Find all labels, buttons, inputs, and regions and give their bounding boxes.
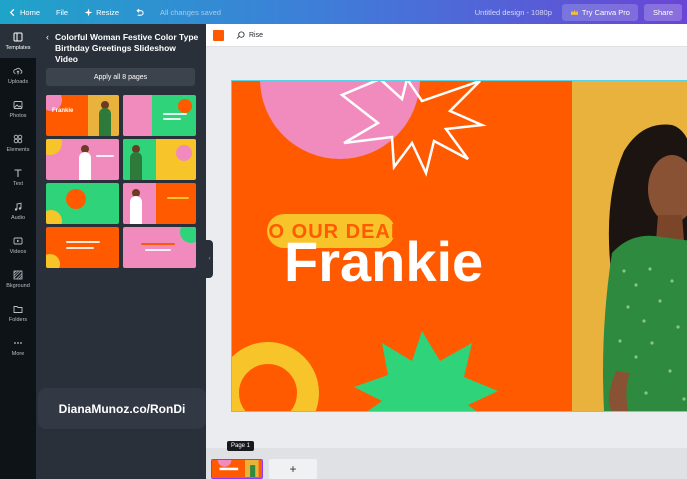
template-page-thumbnail[interactable] bbox=[123, 139, 196, 180]
save-status-label: All changes saved bbox=[160, 7, 221, 17]
audio-icon bbox=[14, 202, 22, 211]
template-page-thumbnail[interactable] bbox=[123, 183, 196, 224]
rail-label: Photos bbox=[9, 112, 27, 119]
rail-item-text[interactable]: Text bbox=[0, 160, 36, 194]
thumb-shape bbox=[46, 210, 62, 224]
template-title: Colorful Woman Festive Color Type Birthd… bbox=[55, 32, 199, 64]
rail-label: Videos bbox=[9, 248, 27, 255]
rail-item-templates[interactable]: Templates bbox=[0, 24, 36, 58]
video-icon bbox=[13, 237, 23, 244]
crown-icon bbox=[570, 9, 579, 15]
page-tooltip: Page 1 bbox=[227, 441, 255, 451]
rail-label: Audio bbox=[10, 214, 26, 221]
rail-label: Uploads bbox=[7, 78, 29, 85]
animate-icon bbox=[236, 30, 245, 39]
sparkle-icon bbox=[84, 7, 93, 17]
chevron-left-icon bbox=[9, 8, 15, 16]
thumb-text-bar bbox=[141, 243, 175, 245]
animate-button[interactable]: Rise bbox=[236, 30, 264, 40]
rail-item-uploads[interactable]: Uploads bbox=[0, 58, 36, 92]
share-label: Share bbox=[652, 7, 673, 17]
text-icon bbox=[14, 168, 22, 177]
thumb-shape bbox=[46, 139, 62, 155]
thumb-title: Frankie bbox=[52, 108, 74, 114]
undo-button[interactable] bbox=[127, 0, 152, 24]
slide-artwork: TO OUR DEAR Frankie bbox=[232, 81, 687, 411]
thumb-shape bbox=[180, 227, 196, 243]
rail-item-folders[interactable]: Folders bbox=[0, 296, 36, 330]
page-thumbnail-1[interactable] bbox=[211, 459, 263, 479]
background-icon bbox=[13, 270, 23, 279]
resize-label: Resize bbox=[96, 7, 120, 17]
slide-name-title: Frankie bbox=[284, 230, 483, 293]
template-page-thumbnail[interactable] bbox=[46, 183, 119, 224]
try-pro-label: Try Canva Pro bbox=[581, 7, 630, 17]
rail-item-photos[interactable]: Photos bbox=[0, 92, 36, 126]
rail-item-audio[interactable]: Audio bbox=[0, 194, 36, 228]
rail-label: More bbox=[11, 350, 25, 357]
thumb-photo-area bbox=[123, 95, 153, 136]
thumb-person bbox=[130, 196, 142, 224]
folder-icon bbox=[13, 305, 23, 313]
home-button[interactable]: Home bbox=[0, 0, 48, 24]
thumb-text-bar bbox=[96, 155, 114, 157]
templates-icon bbox=[13, 32, 23, 41]
template-page-thumbnail[interactable] bbox=[46, 227, 119, 268]
background-color-swatch[interactable] bbox=[213, 29, 224, 41]
resize-button[interactable]: Resize bbox=[76, 0, 127, 24]
template-page-thumbnail[interactable] bbox=[46, 139, 119, 180]
page-thumbnail-art bbox=[214, 460, 259, 477]
save-status: All changes saved bbox=[152, 0, 229, 24]
thumb-text-bar bbox=[145, 249, 171, 251]
file-label: File bbox=[56, 7, 69, 17]
rail-label: Folders bbox=[8, 316, 28, 323]
template-page-thumbnail[interactable] bbox=[123, 95, 196, 136]
panel-header: ‹ Colorful Woman Festive Color Type Birt… bbox=[46, 32, 201, 65]
watermark-text: DianaMunoz.co/RonDi bbox=[38, 388, 206, 429]
thumb-shape bbox=[46, 254, 60, 268]
thumb-shape bbox=[66, 189, 86, 209]
photos-icon bbox=[13, 100, 23, 109]
template-page-thumbnail[interactable] bbox=[123, 227, 196, 268]
thumb-person bbox=[130, 152, 142, 180]
editor-toolbar: Rise bbox=[206, 24, 687, 47]
try-pro-button[interactable]: Try Canva Pro bbox=[561, 3, 638, 21]
thumb-text-bar bbox=[66, 247, 94, 249]
thumb-text-bar bbox=[66, 241, 100, 243]
undo-icon bbox=[136, 8, 144, 16]
animate-label: Rise bbox=[249, 31, 264, 39]
home-label: Home bbox=[20, 7, 41, 17]
rail-item-videos[interactable]: Videos bbox=[0, 228, 36, 262]
thumb-person bbox=[99, 108, 111, 136]
back-chevron-icon[interactable]: ‹ bbox=[46, 32, 49, 65]
rail-item-background[interactable]: Bkground bbox=[0, 262, 36, 296]
apply-all-pages-button[interactable]: Apply all 8 pages bbox=[46, 68, 195, 86]
rail-item-elements[interactable]: Elements bbox=[0, 126, 36, 160]
share-button[interactable]: Share bbox=[643, 3, 682, 21]
more-icon bbox=[14, 341, 22, 344]
collapse-panel-handle[interactable]: ‹ bbox=[206, 240, 213, 278]
side-rail: Templates Uploads Photos Elements Text A… bbox=[0, 24, 36, 479]
rail-label: Templates bbox=[5, 44, 31, 51]
thumb-text-bar bbox=[163, 118, 181, 120]
elements-icon bbox=[13, 134, 23, 143]
document-title[interactable]: Untitled design - 1080p bbox=[475, 8, 562, 17]
upload-icon bbox=[13, 67, 23, 74]
top-bar: Home File Resize All changes saved Untit… bbox=[0, 0, 687, 24]
design-canvas[interactable]: TO OUR DEAR Frankie bbox=[231, 80, 687, 412]
thumb-text-bar bbox=[167, 197, 189, 199]
rail-item-more[interactable]: More bbox=[0, 330, 36, 364]
thumb-person bbox=[79, 152, 91, 180]
template-page-grid: Frankie bbox=[46, 95, 196, 268]
rail-label: Bkground bbox=[6, 282, 30, 289]
rail-label: Text bbox=[12, 180, 24, 187]
template-page-thumbnail[interactable]: Frankie bbox=[46, 95, 119, 136]
file-menu[interactable]: File bbox=[48, 0, 76, 24]
add-page-button[interactable]: + bbox=[269, 459, 317, 479]
thumb-text-bar bbox=[163, 113, 187, 115]
thumb-shape bbox=[176, 145, 192, 161]
rail-label: Elements bbox=[6, 146, 30, 153]
thumb-shape bbox=[178, 99, 192, 113]
